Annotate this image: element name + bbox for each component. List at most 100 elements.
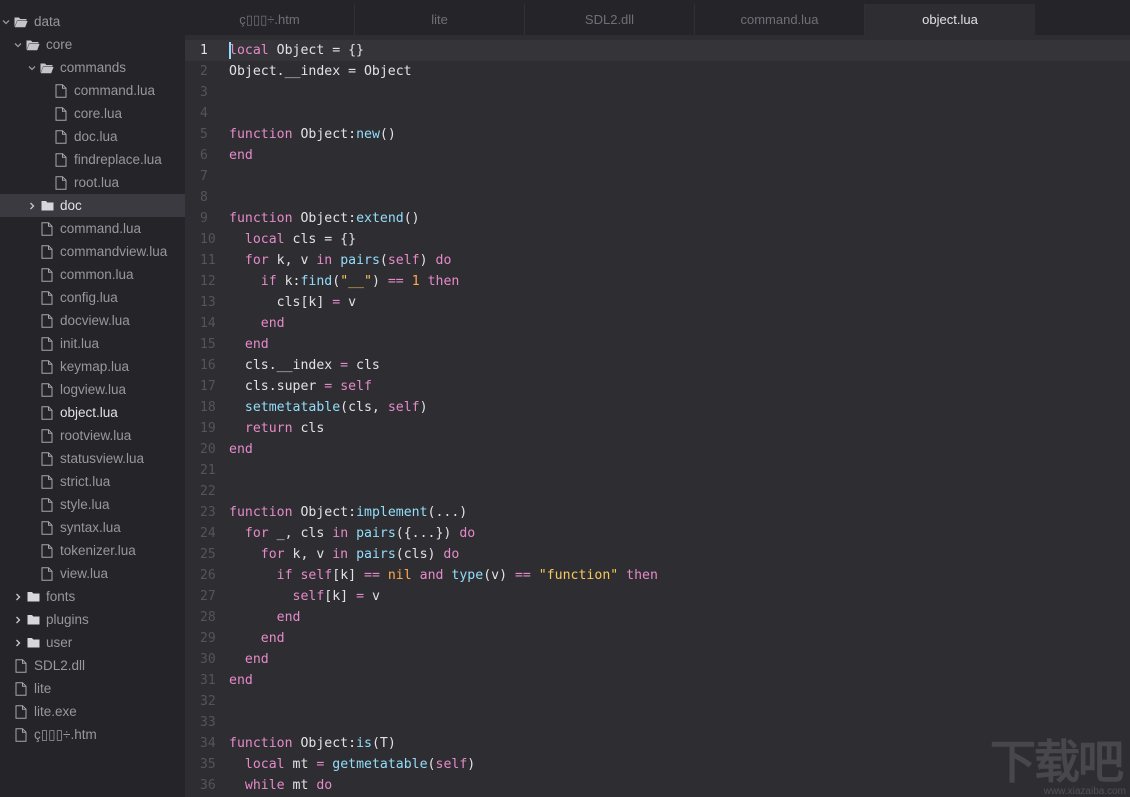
tree-folder-item[interactable]: user [0,631,185,654]
code-line[interactable]: for k, v in pairs(cls) do [229,544,658,565]
code-line[interactable] [229,481,658,502]
tree-file-item[interactable]: config.lua [0,286,185,309]
code-line[interactable] [229,460,658,481]
code-line[interactable]: cls.__index = cls [229,355,658,376]
tree-file-item[interactable]: command.lua [0,79,185,102]
code-line[interactable]: local Object = {} [229,40,658,61]
code-line[interactable]: if k:find("__") == 1 then [229,271,658,292]
tree-file-item[interactable]: style.lua [0,493,185,516]
line-number: 17 [200,379,216,394]
file-icon [40,359,54,375]
chevron-down-icon[interactable] [0,14,12,30]
code-line[interactable]: end [229,313,658,334]
tree-folder-item[interactable]: doc [0,194,185,217]
chevron-right-icon[interactable] [26,198,38,214]
tree-file-item[interactable]: docview.lua [0,309,185,332]
code-line[interactable] [229,82,658,103]
code-line[interactable]: end [229,649,658,670]
tree-file-item[interactable]: strict.lua [0,470,185,493]
tree-folder-item[interactable]: data [0,10,185,33]
code-token: self [435,757,468,772]
tree-file-item[interactable]: view.lua [0,562,185,585]
code-token: self [300,568,333,583]
tab-label: object.lua [922,12,978,27]
tree-file-item[interactable]: doc.lua [0,125,185,148]
tree-folder-item[interactable]: commands [0,56,185,79]
tree-file-item[interactable]: statusview.lua [0,447,185,470]
tab-3[interactable]: command.lua [695,4,865,35]
watermark-url: www.xiazaiba.com [1043,786,1126,797]
tree-folder-item[interactable]: plugins [0,608,185,631]
line-number: 6 [200,148,208,163]
folder-icon [26,635,40,651]
tree-folder-item[interactable]: fonts [0,585,185,608]
code-line[interactable]: for _, cls in pairs({...}) do [229,523,658,544]
tree-file-item[interactable]: lite.exe [0,700,185,723]
code-area[interactable]: local Object = {} Object.__index = Object… [229,40,658,796]
code-line[interactable]: end [229,628,658,649]
code-line[interactable]: local mt = getmetatable(self) [229,754,658,775]
code-line[interactable]: end [229,607,658,628]
code-line[interactable] [229,103,658,124]
code-editor[interactable]: 1 2 3 4 5 6 7 8 9 10 11 12 13 14 15 16 17 18 19 20 21 22 23 24 2… [185,35,1130,797]
code-line[interactable]: Object.__index = Object [229,61,658,82]
tree-file-item[interactable]: init.lua [0,332,185,355]
tree-file-item[interactable]: command.lua [0,217,185,240]
code-line[interactable]: end [229,439,658,460]
tab-0[interactable]: ç▯▯▯÷.htm [185,4,355,35]
code-line[interactable] [229,187,658,208]
file-tree-sidebar: data core commands command.lua core.lua doc.l… [0,0,185,797]
code-line[interactable]: self[k] = v [229,586,658,607]
tree-file-item[interactable]: syntax.lua [0,516,185,539]
tree-file-item[interactable]: logview.lua [0,378,185,401]
tree-file-item[interactable]: object.lua [0,401,185,424]
line-number: 25 [200,547,216,562]
tree-file-item[interactable]: findreplace.lua [0,148,185,171]
code-line[interactable]: while mt do [229,775,658,796]
code-line[interactable] [229,166,658,187]
code-line[interactable]: end [229,145,658,166]
chevron-right-icon[interactable] [12,589,24,605]
code-line[interactable]: setmetatable(cls, self) [229,397,658,418]
code-line[interactable] [229,691,658,712]
tree-file-item[interactable]: core.lua [0,102,185,125]
tree-item-label: fonts [46,589,76,604]
tree-file-item[interactable]: commandview.lua [0,240,185,263]
code-line[interactable]: end [229,670,658,691]
code-line[interactable]: cls.super = self [229,376,658,397]
chevron-down-icon[interactable] [26,60,38,76]
tab-2[interactable]: SDL2.dll [525,4,695,35]
chevron-right-icon[interactable] [12,612,24,628]
tree-file-item[interactable]: SDL2.dll [0,654,185,677]
code-line[interactable]: for k, v in pairs(self) do [229,250,658,271]
chevron-down-icon[interactable] [12,37,24,53]
line-number: 14 [200,316,216,331]
tree-file-item[interactable]: root.lua [0,171,185,194]
tab-4[interactable]: object.lua [865,4,1035,35]
tree-folder-item[interactable]: core [0,33,185,56]
code-token: k, v [284,547,333,562]
code-token: end [229,673,253,688]
code-line[interactable]: end [229,334,658,355]
code-line[interactable]: cls[k] = v [229,292,658,313]
code-line[interactable]: return cls [229,418,658,439]
code-line[interactable]: function Object:new() [229,124,658,145]
code-line[interactable]: local cls = {} [229,229,658,250]
code-line[interactable]: function Object:is(T) [229,733,658,754]
tree-file-item[interactable]: lite [0,677,185,700]
tree-file-item[interactable]: common.lua [0,263,185,286]
chevron-right-icon[interactable] [12,635,24,651]
tab-1[interactable]: lite [355,4,525,35]
tree-file-item[interactable]: keymap.lua [0,355,185,378]
code-line[interactable]: if self[k] == nil and type(v) == "functi… [229,565,658,586]
code-token: end [244,652,269,667]
tree-file-item[interactable]: ç▯▯▯÷.htm [0,723,185,746]
code-line[interactable]: function Object:extend() [229,208,658,229]
code-line[interactable] [229,712,658,733]
tree-file-item[interactable]: tokenizer.lua [0,539,185,562]
tree-item-label: rootview.lua [60,428,132,443]
code-line[interactable]: function Object:implement(...) [229,502,658,523]
code-token: new [356,127,380,142]
tree-file-item[interactable]: rootview.lua [0,424,185,447]
